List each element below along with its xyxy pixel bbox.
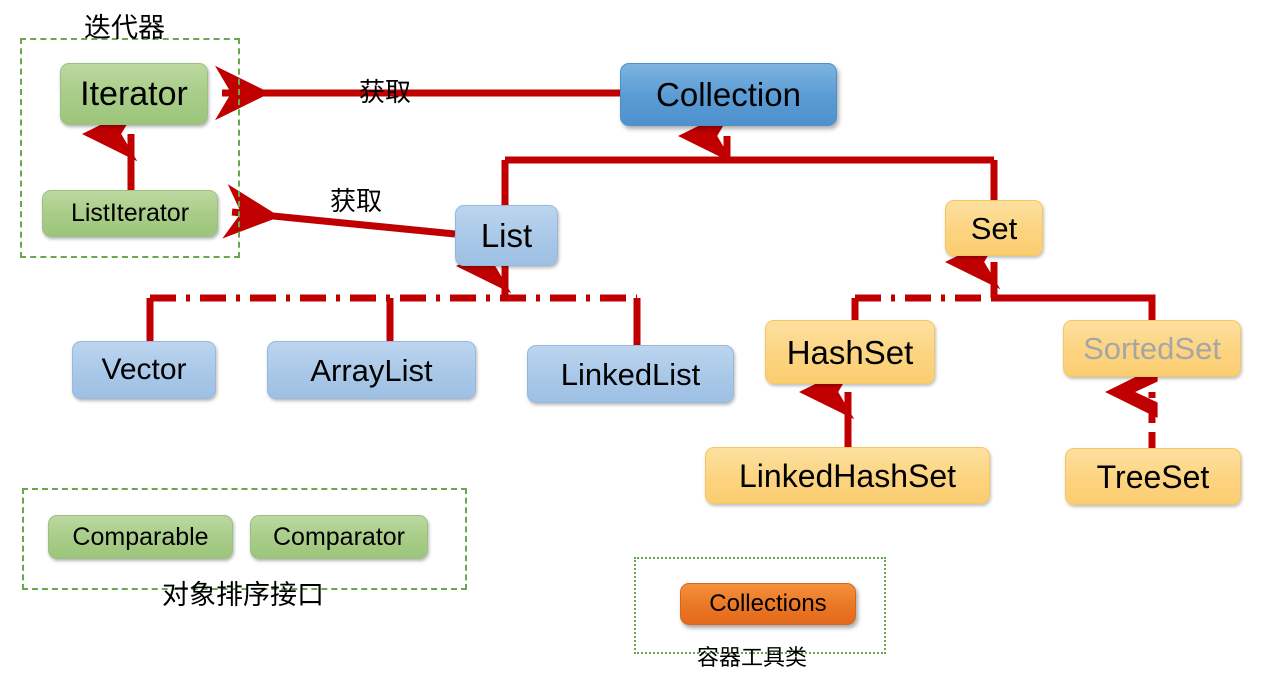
group-label-collection-utility: 容器工具类	[697, 645, 808, 670]
group-label-iterator: 迭代器	[84, 13, 165, 43]
diagram-canvas: 迭代器 对象排序接口 容器工具类 获取 获取 Iterator ListIter…	[0, 0, 1267, 685]
edge-set-implementations-bus	[851, 234, 1156, 320]
edge-collection-bus	[501, 108, 998, 205]
node-hashset[interactable]: HashSet	[765, 320, 935, 384]
node-listiterator[interactable]: ListIterator	[42, 190, 218, 237]
node-set[interactable]: Set	[945, 200, 1043, 256]
edge-label-list-to-listiterator: 获取	[330, 187, 383, 216]
edge-label-collection-to-iterator: 获取	[359, 78, 412, 107]
node-comparable[interactable]: Comparable	[48, 515, 233, 559]
node-arraylist[interactable]: ArrayList	[267, 341, 476, 399]
group-label-sorting-interfaces: 对象排序接口	[162, 580, 324, 610]
node-treeset[interactable]: TreeSet	[1065, 448, 1241, 505]
node-sortedset[interactable]: SortedSet	[1063, 320, 1241, 377]
node-linkedlist[interactable]: LinkedList	[527, 345, 734, 403]
node-comparator[interactable]: Comparator	[250, 515, 428, 559]
node-collections[interactable]: Collections	[680, 583, 856, 625]
node-iterator[interactable]: Iterator	[60, 63, 208, 125]
node-linkedhashset[interactable]: LinkedHashSet	[705, 447, 990, 504]
node-list[interactable]: List	[455, 205, 558, 266]
node-vector[interactable]: Vector	[72, 341, 216, 399]
edge-list-implementations-bus	[146, 238, 641, 345]
node-collection[interactable]: Collection	[620, 63, 837, 126]
